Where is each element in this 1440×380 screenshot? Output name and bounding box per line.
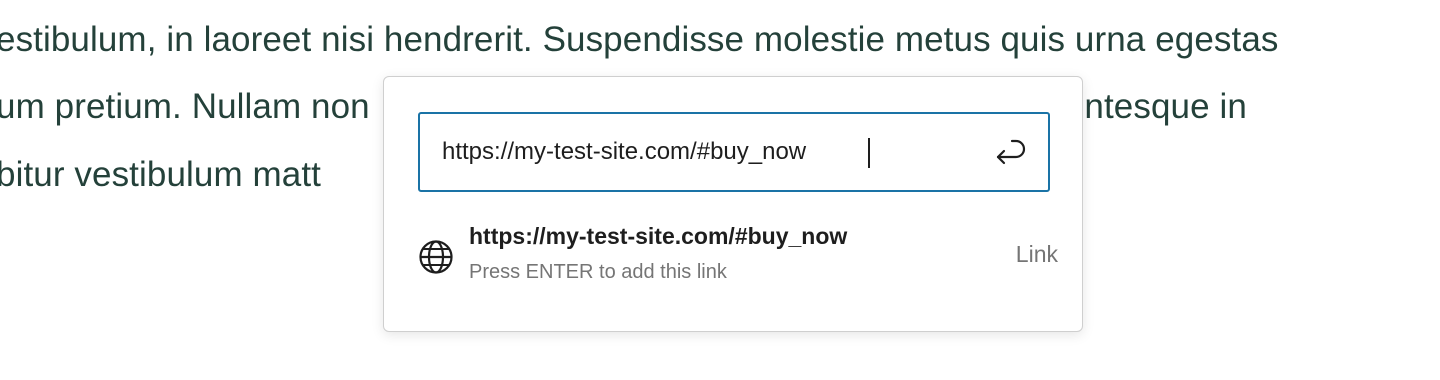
link-popover: https://my-test-site.com/#buy_now Press … [383, 76, 1083, 332]
url-input[interactable] [442, 132, 962, 172]
paragraph-line-3: bitur vestibulum matt [0, 155, 321, 194]
enter-return-icon [996, 139, 1026, 165]
paragraph-line-1: estibulum, in laoreet nisi hendrerit. Su… [0, 20, 1279, 59]
editor-canvas: estibulum, in laoreet nisi hendrerit. Su… [0, 0, 1440, 380]
url-input-field[interactable] [418, 112, 1050, 192]
suggestion-title: https://my-test-site.com/#buy_now [469, 223, 848, 249]
suggestion-info: Press ENTER to add this link [469, 261, 727, 283]
globe-icon [419, 240, 453, 274]
text-caret [868, 138, 870, 168]
link-suggestion-item[interactable]: https://my-test-site.com/#buy_now Press … [418, 219, 1058, 289]
submit-link-button[interactable] [986, 130, 1034, 174]
suggestion-type: Link [1015, 241, 1058, 267]
